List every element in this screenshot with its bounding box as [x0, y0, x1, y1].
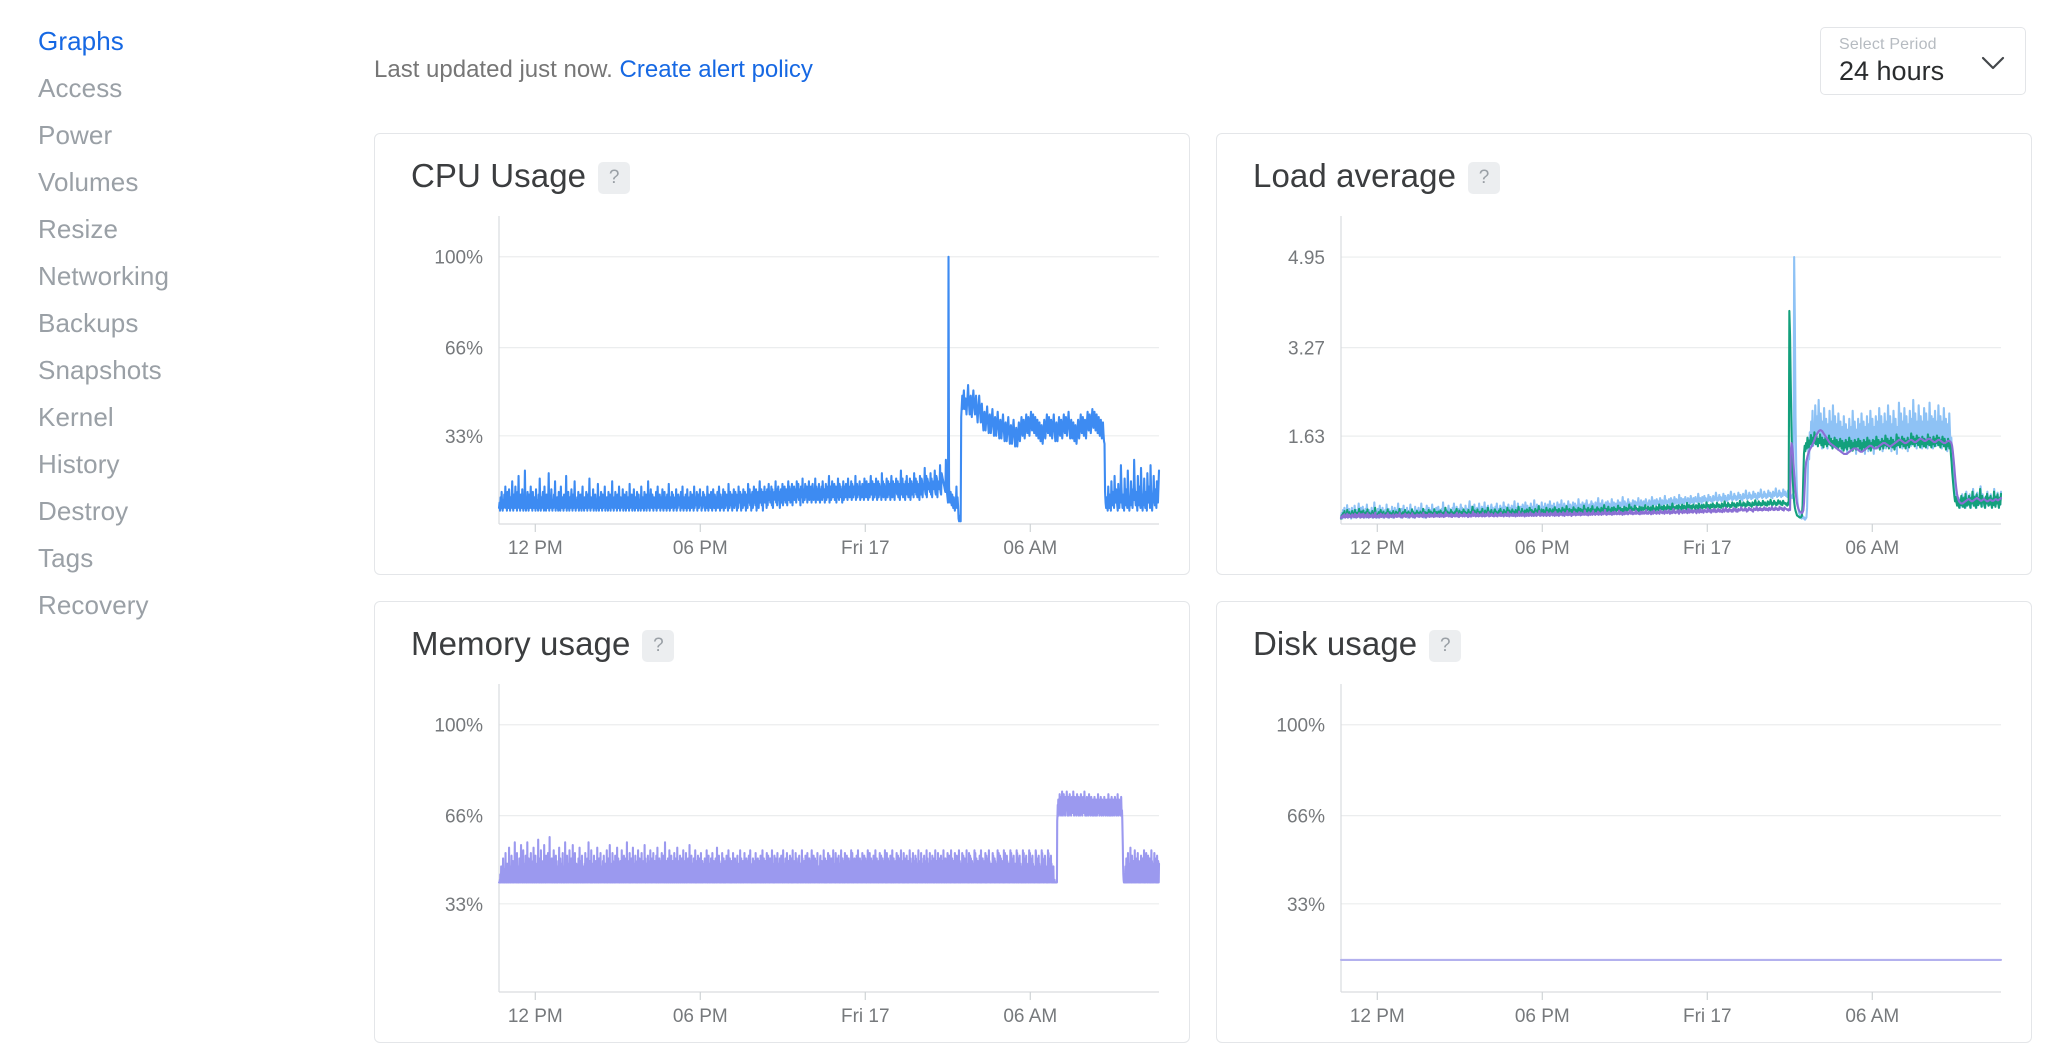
svg-text:06 PM: 06 PM — [1515, 538, 1570, 559]
svg-text:06 PM: 06 PM — [673, 538, 728, 559]
svg-text:3.27: 3.27 — [1288, 339, 1325, 360]
svg-text:Fri 17: Fri 17 — [1683, 538, 1732, 559]
svg-text:06 PM: 06 PM — [1515, 1006, 1570, 1027]
chart-plot-disk: 33% 66% 100% 12 PM 06 PM Fri 17 06 AM — [1217, 668, 2033, 1044]
svg-text:4.95: 4.95 — [1288, 248, 1325, 269]
select-period-dropdown[interactable]: Select Period 24 hours — [1820, 27, 2026, 95]
svg-text:06 AM: 06 AM — [1003, 538, 1057, 559]
chart-title-cpu: CPU Usage ? — [411, 157, 630, 195]
sidebar-item-snapshots[interactable]: Snapshots — [0, 347, 300, 394]
sidebar-item-label: Snapshots — [38, 355, 162, 386]
svg-text:06 AM: 06 AM — [1845, 1006, 1899, 1027]
sidebar-item-history[interactable]: History — [0, 441, 300, 488]
last-updated-text: Last updated just now. — [374, 56, 613, 83]
svg-text:33%: 33% — [1287, 895, 1325, 916]
sidebar-item-resize[interactable]: Resize — [0, 206, 300, 253]
svg-text:06 PM: 06 PM — [673, 1006, 728, 1027]
chart-title-memory: Memory usage ? — [411, 625, 674, 663]
sidebar-item-label: Power — [38, 120, 112, 151]
svg-text:100%: 100% — [434, 716, 483, 737]
help-icon[interactable]: ? — [1429, 630, 1461, 662]
sidebar-item-networking[interactable]: Networking — [0, 253, 300, 300]
help-icon[interactable]: ? — [598, 162, 630, 194]
chart-card-cpu: CPU Usage ? 33% 66% 100% 12 PM 06 PM Fri 17 06… — [374, 133, 1190, 575]
help-icon[interactable]: ? — [1468, 162, 1500, 194]
svg-text:1.63: 1.63 — [1288, 427, 1325, 448]
svg-text:12 PM: 12 PM — [508, 1006, 563, 1027]
chevron-down-icon — [1981, 56, 2005, 70]
sidebar-item-label: Destroy — [38, 496, 128, 527]
svg-text:66%: 66% — [445, 339, 483, 360]
sidebar-item-label: Backups — [38, 308, 138, 339]
chart-title-text: Memory usage — [411, 625, 630, 663]
sidebar-item-label: Volumes — [38, 167, 138, 198]
svg-text:66%: 66% — [1287, 807, 1325, 828]
svg-text:33%: 33% — [445, 427, 483, 448]
create-alert-policy-link[interactable]: Create alert policy — [620, 56, 813, 83]
svg-text:33%: 33% — [445, 895, 483, 916]
header-status: Last updated just now. Create alert poli… — [374, 56, 813, 84]
sidebar-item-tags[interactable]: Tags — [0, 535, 300, 582]
chart-title-load-average: Load average ? — [1253, 157, 1500, 195]
graphs-page: Graphs Access Power Volumes Resize Networking… — [0, 0, 2048, 1056]
sidebar-item-kernel[interactable]: Kernel — [0, 394, 300, 441]
sidebar-item-label: Graphs — [38, 26, 124, 57]
sidebar: Graphs Access Power Volumes Resize Networking… — [0, 18, 300, 629]
chart-plot-cpu: 33% 66% 100% 12 PM 06 PM Fri 17 06 AM — [375, 200, 1191, 576]
chart-card-load-average: Load average ? 1.63 3.27 4.95 12 PM 06 PM Fri… — [1216, 133, 2032, 575]
help-icon[interactable]: ? — [642, 630, 674, 662]
sidebar-item-label: Networking — [38, 261, 169, 292]
svg-text:06 AM: 06 AM — [1003, 1006, 1057, 1027]
svg-text:100%: 100% — [434, 248, 483, 269]
svg-text:06 AM: 06 AM — [1845, 538, 1899, 559]
chart-plot-memory: 33% 66% 100% 12 PM 06 PM Fri 17 06 AM — [375, 668, 1191, 1044]
chart-title-text: Disk usage — [1253, 625, 1417, 663]
chart-title-text: Load average — [1253, 157, 1456, 195]
sidebar-item-label: Tags — [38, 543, 93, 574]
chart-card-memory: Memory usage ? 33% 66% 100% 12 PM 06 PM Fri 1… — [374, 601, 1190, 1043]
sidebar-item-label: Kernel — [38, 402, 114, 433]
svg-text:66%: 66% — [445, 807, 483, 828]
sidebar-item-label: Resize — [38, 214, 118, 245]
sidebar-item-destroy[interactable]: Destroy — [0, 488, 300, 535]
svg-text:12 PM: 12 PM — [1350, 1006, 1405, 1027]
svg-text:Fri 17: Fri 17 — [841, 1006, 890, 1027]
select-period-label: Select Period — [1839, 35, 2011, 55]
svg-text:Fri 17: Fri 17 — [1683, 1006, 1732, 1027]
sidebar-item-access[interactable]: Access — [0, 65, 300, 112]
sidebar-item-label: Recovery — [38, 590, 149, 621]
svg-text:12 PM: 12 PM — [1350, 538, 1405, 559]
svg-text:100%: 100% — [1276, 716, 1325, 737]
sidebar-item-volumes[interactable]: Volumes — [0, 159, 300, 206]
sidebar-item-power[interactable]: Power — [0, 112, 300, 159]
chart-title-text: CPU Usage — [411, 157, 586, 195]
chart-plot-load-average: 1.63 3.27 4.95 12 PM 06 PM Fri 17 06 AM — [1217, 200, 2033, 576]
sidebar-item-label: Access — [38, 73, 122, 104]
sidebar-item-recovery[interactable]: Recovery — [0, 582, 300, 629]
svg-text:Fri 17: Fri 17 — [841, 538, 890, 559]
sidebar-item-backups[interactable]: Backups — [0, 300, 300, 347]
sidebar-item-graphs[interactable]: Graphs — [0, 18, 300, 65]
sidebar-item-label: History — [38, 449, 120, 480]
svg-text:12 PM: 12 PM — [508, 538, 563, 559]
chart-title-disk: Disk usage ? — [1253, 625, 1461, 663]
chart-card-disk: Disk usage ? 33% 66% 100% 12 PM 06 PM Fri 17 0… — [1216, 601, 2032, 1043]
